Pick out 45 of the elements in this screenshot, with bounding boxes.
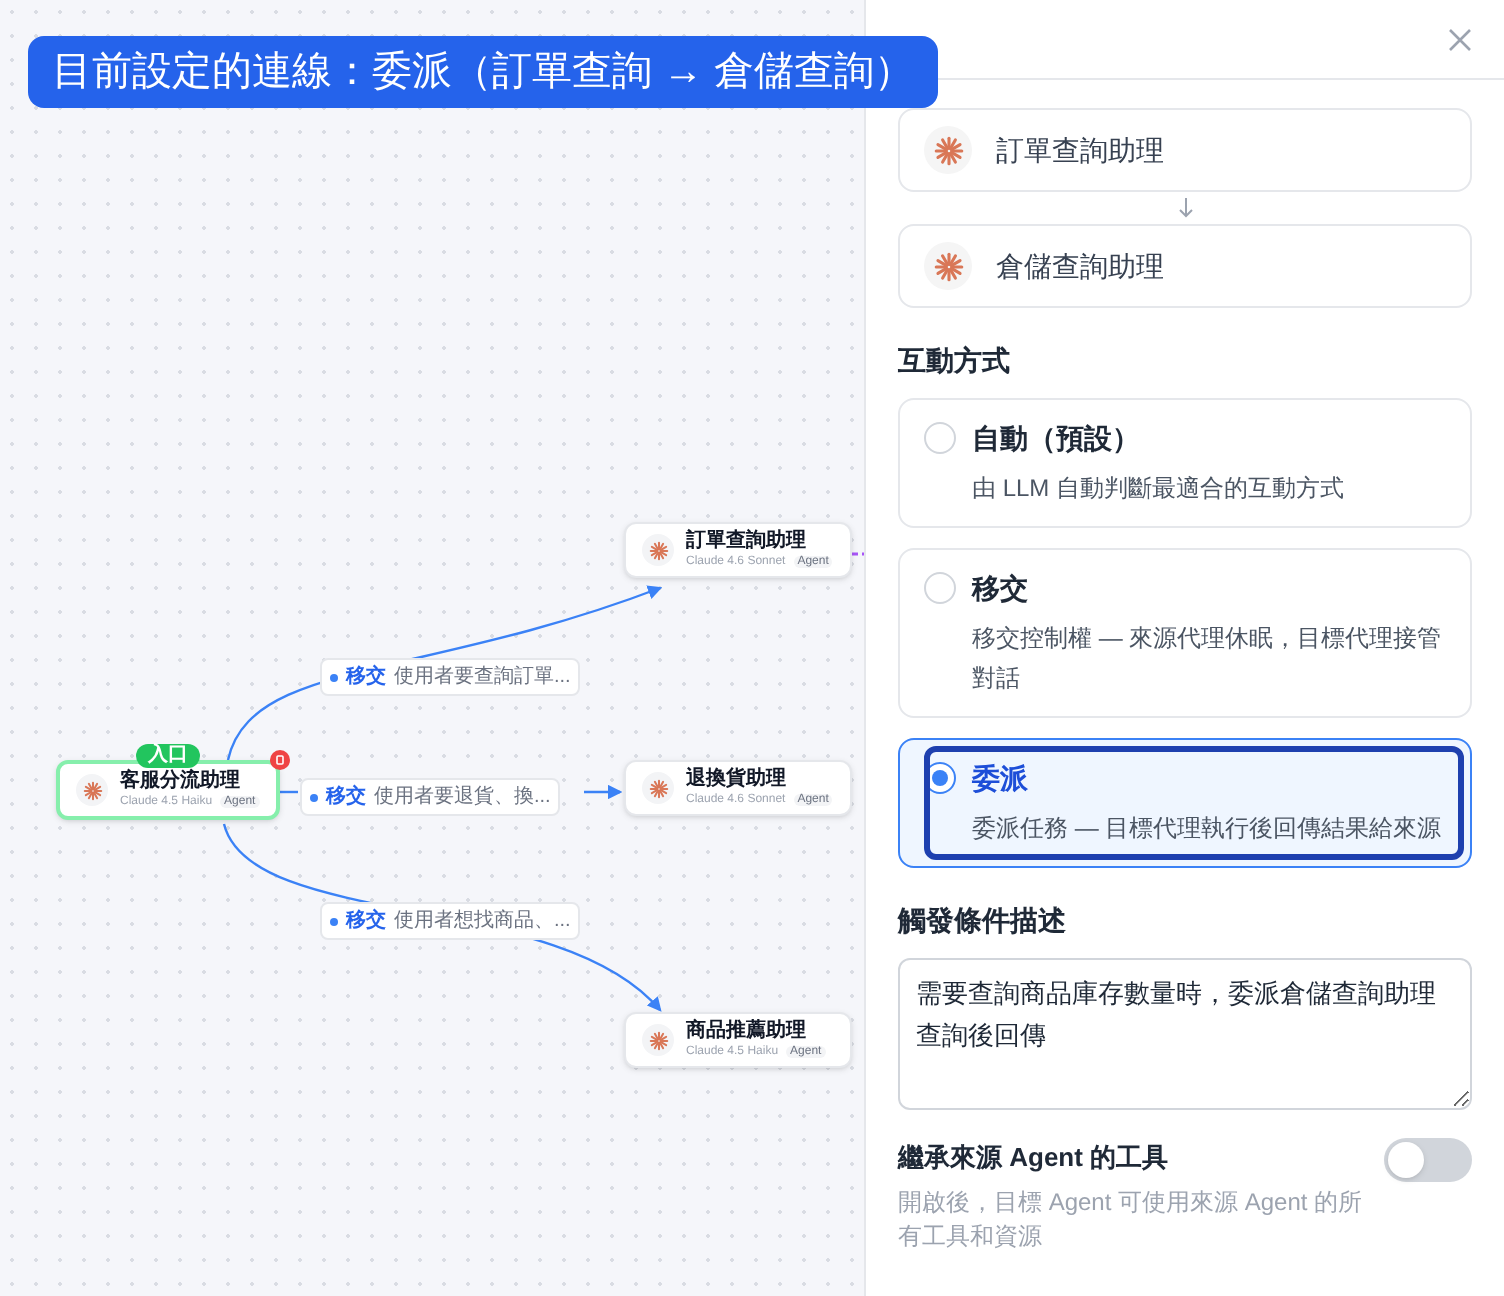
edge-description: 使用者要退貨、換...	[374, 783, 551, 812]
agent-name: 商品推薦助理	[686, 1022, 808, 1042]
starburst-icon	[81, 779, 103, 801]
starburst-icon	[931, 249, 965, 283]
close-icon[interactable]	[1448, 27, 1472, 51]
option-description: 由 LLM 自動判斷最適合的互動方式	[972, 472, 1345, 506]
starburst-icon	[647, 539, 669, 561]
dot-icon	[310, 793, 318, 801]
edge-label[interactable]: 移交 使用者想找商品、...	[320, 902, 581, 940]
edge-label[interactable]: 移交 使用者要退貨、換...	[300, 778, 561, 816]
agent-name: 客服分流助理	[120, 772, 242, 792]
interaction-option[interactable]: 移交 移交控制權 — 來源代理休眠，目標代理接管對話	[898, 548, 1472, 718]
edge-type: 移交	[346, 662, 386, 692]
edge-type: 移交	[326, 782, 366, 812]
edge-description: 使用者想找商品、...	[394, 907, 571, 936]
dot-icon	[330, 673, 338, 681]
section-heading: 互動方式	[898, 342, 1012, 380]
toggle-description: 開啟後，目標 Agent 可使用來源 Agent 的所有工具和資源	[898, 1185, 1365, 1253]
option-title: 移交	[972, 570, 1030, 608]
interaction-option[interactable]: 委派 委派任務 — 目標代理執行後回傳結果給來源	[898, 738, 1472, 868]
starburst-icon	[931, 133, 965, 167]
down-arrow-icon	[1177, 198, 1193, 218]
edge-description: 使用者要查詢訂單...	[394, 663, 571, 692]
edge-label[interactable]: 移交 使用者要查詢訂單...	[320, 658, 581, 696]
option-description: 委派任務 — 目標代理執行後回傳結果給來源	[972, 812, 1442, 846]
agent-name: 倉儲查詢助理	[996, 247, 1164, 285]
option-title: 自動（預設）	[972, 420, 1142, 458]
trigger-description-field[interactable]: 需要查詢商品庫存數量時，委派倉儲查詢助理查詢後回傳	[898, 958, 1472, 1110]
caption-banner: 目前設定的連線：委派（訂單查詢 → 倉儲查詢）	[28, 36, 939, 108]
interaction-option[interactable]: 自動（預設） 由 LLM 自動判斷最適合的互動方式	[898, 398, 1472, 528]
agent-name: 訂單查詢助理	[686, 532, 808, 552]
option-title: 委派	[972, 760, 1030, 798]
agent-name: 訂單查詢助理	[996, 131, 1164, 169]
agent-name: 退換貨助理	[686, 770, 788, 790]
starburst-icon	[647, 777, 669, 799]
starburst-icon	[647, 1029, 669, 1051]
dot-icon	[330, 917, 338, 925]
edge-type: 移交	[346, 906, 386, 936]
toggle-label: 繼承來源 Agent 的工具	[898, 1140, 1171, 1176]
dashed-connector[interactable]	[852, 552, 864, 556]
connector-line[interactable]	[584, 784, 623, 800]
option-description: 移交控制權 — 來源代理休眠，目標代理接管對話	[972, 622, 1444, 696]
field-label: 觸發條件描述	[898, 902, 1068, 940]
toggle-switch[interactable]	[1384, 1138, 1472, 1182]
entry-badge: 入口	[136, 744, 200, 768]
